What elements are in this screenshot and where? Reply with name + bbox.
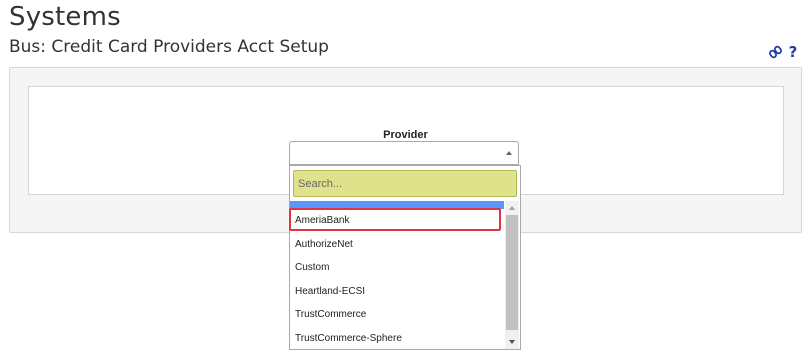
option-authorizenet[interactable]: AuthorizeNet (290, 233, 504, 257)
option-custom[interactable]: Custom (290, 256, 504, 280)
scroll-up-arrow-icon[interactable] (505, 201, 519, 215)
header-icons: ? (768, 44, 800, 60)
help-glyph: ? (788, 43, 798, 61)
provider-options-list: AmeriaBank AuthorizeNet Custom Heartland… (290, 201, 504, 349)
option-trustcommerce[interactable]: TrustCommerce (290, 303, 504, 327)
options-scrollbar[interactable] (505, 201, 519, 349)
option-highlighted[interactable] (290, 201, 504, 209)
option-trustcommerce-sphere[interactable]: TrustCommerce-Sphere (290, 327, 504, 350)
option-ameriabank[interactable]: AmeriaBank (290, 209, 504, 233)
page-title: Systems (9, 2, 121, 32)
provider-label: Provider (383, 129, 428, 141)
scroll-down-arrow-icon[interactable] (505, 335, 519, 349)
chevron-up-icon (506, 151, 512, 155)
page-subtitle: Bus: Credit Card Providers Acct Setup (9, 37, 329, 57)
scroll-thumb[interactable] (506, 215, 518, 330)
help-icon[interactable]: ? (786, 44, 800, 60)
option-heartland-ecsi[interactable]: Heartland-ECSI (290, 280, 504, 304)
provider-select[interactable] (289, 141, 519, 165)
provider-dropdown: AmeriaBank AuthorizeNet Custom Heartland… (289, 165, 521, 350)
provider-search-input[interactable] (293, 170, 517, 197)
link-icon[interactable] (768, 44, 782, 60)
